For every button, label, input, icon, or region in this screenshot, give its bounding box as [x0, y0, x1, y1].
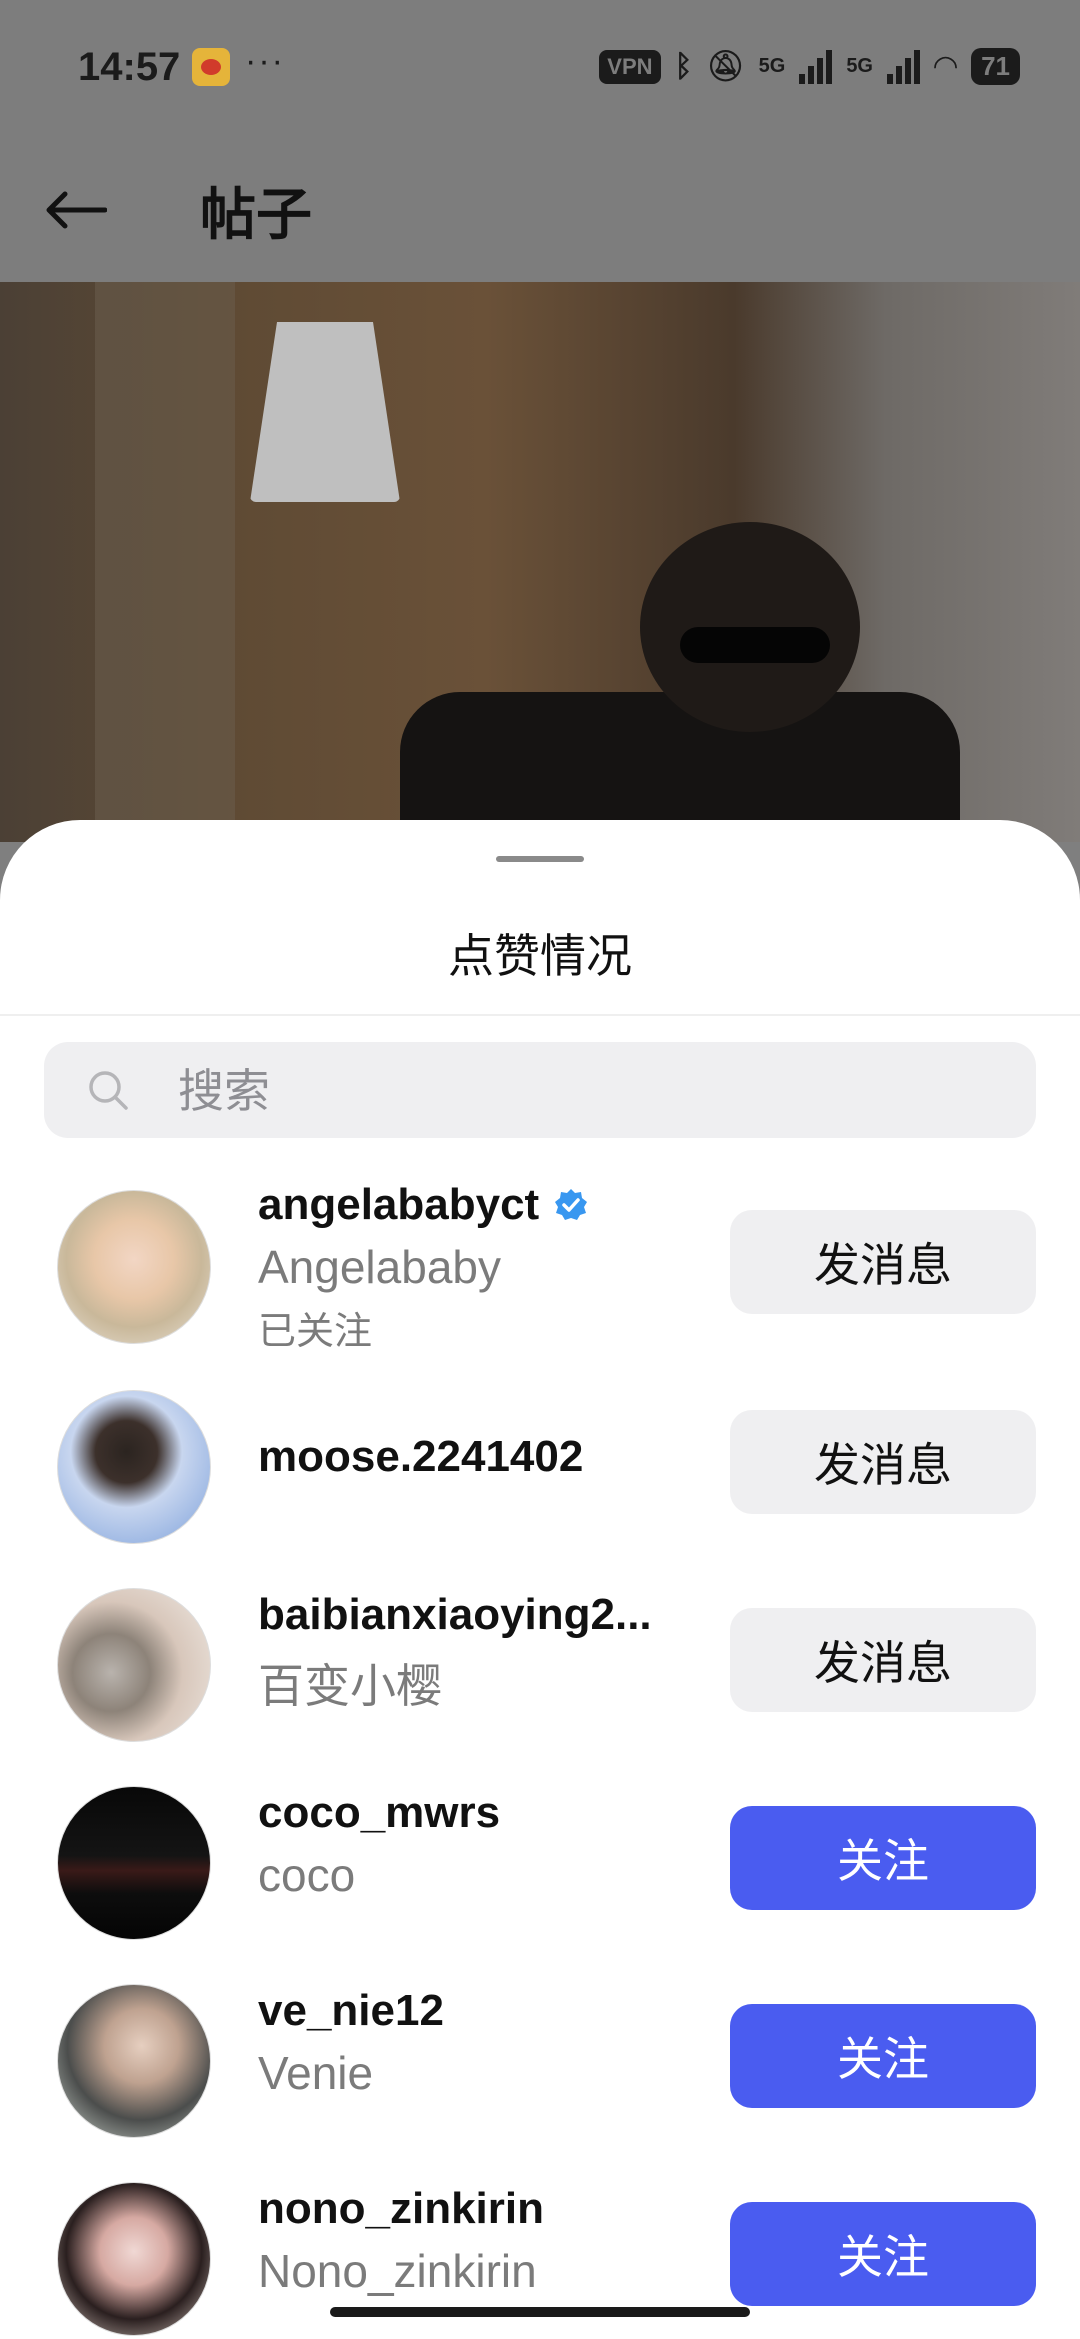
- full-name: Venie: [258, 2047, 374, 2099]
- message-button[interactable]: 发消息: [730, 1608, 1036, 1712]
- full-name: 百变小樱: [258, 1660, 442, 1712]
- user-info: moose.2241402: [258, 1432, 698, 1482]
- sheet-grabber[interactable]: [496, 856, 584, 862]
- message-button[interactable]: 发消息: [730, 1410, 1036, 1514]
- user-row[interactable]: coco_mwrs coco 关注: [0, 1776, 1080, 1946]
- network-5g-label: 5G: [758, 55, 786, 77]
- more-notifications-icon: ···: [245, 42, 285, 80]
- vpn-badge: VPN: [599, 49, 661, 84]
- avatar[interactable]: [57, 1190, 211, 1344]
- full-name: Nono_zinkirin: [258, 2245, 537, 2297]
- follow-button[interactable]: 关注: [730, 1806, 1036, 1910]
- lamp-shape: [250, 322, 400, 502]
- network-5g-label-2: 5G: [846, 55, 873, 77]
- back-button[interactable]: [40, 180, 110, 240]
- app-header: 帖子: [0, 140, 1080, 282]
- username[interactable]: baibianxiaoying2...: [258, 1590, 698, 1640]
- home-indicator[interactable]: [330, 2307, 750, 2317]
- avatar[interactable]: [57, 1984, 211, 2138]
- username[interactable]: ve_nie12: [258, 1986, 698, 2036]
- user-info: nono_zinkirin Nono_zinkirin: [258, 2184, 698, 2298]
- user-row[interactable]: baibianxiaoying2... 百变小樱 发消息: [0, 1578, 1080, 1748]
- user-row[interactable]: moose.2241402 发消息: [0, 1380, 1080, 1550]
- username[interactable]: angelababyct: [258, 1180, 698, 1230]
- sheet-title: 点赞情况: [448, 930, 632, 982]
- username[interactable]: moose.2241402: [258, 1432, 698, 1482]
- username[interactable]: nono_zinkirin: [258, 2184, 698, 2234]
- avatar[interactable]: [57, 2182, 211, 2336]
- bluetooth-icon: ᛒ: [674, 49, 693, 83]
- status-time: 14:57: [78, 45, 181, 89]
- signal-icon-2: [887, 49, 920, 84]
- search-icon: [89, 1071, 128, 1110]
- avatar[interactable]: [57, 1390, 211, 1544]
- signal-icon: [799, 49, 833, 84]
- username-text: angelababyct: [258, 1180, 540, 1229]
- status-icons: VPN ᛒ 🔕︎ 5G 5G ◠ 71: [599, 48, 1020, 85]
- pillar-shape: [95, 282, 235, 842]
- user-info: angelababyct Angelababy 已关注: [258, 1180, 698, 1355]
- wifi-icon: ◠: [934, 50, 958, 83]
- user-info: baibianxiaoying2... 百变小樱: [258, 1590, 698, 1716]
- mute-icon: 🔕︎: [706, 50, 745, 83]
- user-info: ve_nie12 Venie: [258, 1986, 698, 2100]
- post-image: [0, 282, 1080, 842]
- user-row[interactable]: angelababyct Angelababy 已关注 发消息: [0, 1180, 1080, 1353]
- avatar[interactable]: [57, 1588, 211, 1742]
- page-title: 帖子: [200, 183, 312, 246]
- follow-button[interactable]: 关注: [730, 2004, 1036, 2108]
- user-info: coco_mwrs coco: [258, 1788, 698, 1902]
- battery-icon: 71: [971, 48, 1020, 85]
- avatar[interactable]: [57, 1786, 211, 1940]
- verified-badge-icon: [553, 1187, 589, 1223]
- weibo-app-icon: [192, 48, 230, 86]
- full-name: coco: [258, 1849, 356, 1901]
- divider: [0, 1014, 1080, 1016]
- follow-button[interactable]: 关注: [730, 2202, 1036, 2306]
- arrow-left-icon: [46, 191, 107, 229]
- status-bar: 14:57 ··· VPN ᛒ 🔕︎ 5G 5G ◠ 71: [0, 0, 1080, 140]
- search-input[interactable]: [176, 1042, 1000, 1140]
- likes-sheet: 点赞情况 angelababyct Angelababy 已关注 发消: [0, 820, 1080, 2339]
- user-row[interactable]: ve_nie12 Venie 关注: [0, 1974, 1080, 2144]
- follow-status: 已关注: [258, 1311, 373, 1353]
- message-button[interactable]: 发消息: [730, 1210, 1036, 1314]
- username[interactable]: coco_mwrs: [258, 1788, 698, 1838]
- search-bar[interactable]: [44, 1042, 1036, 1140]
- sunglasses-shape: [680, 627, 830, 663]
- full-name: Angelababy: [258, 1241, 501, 1293]
